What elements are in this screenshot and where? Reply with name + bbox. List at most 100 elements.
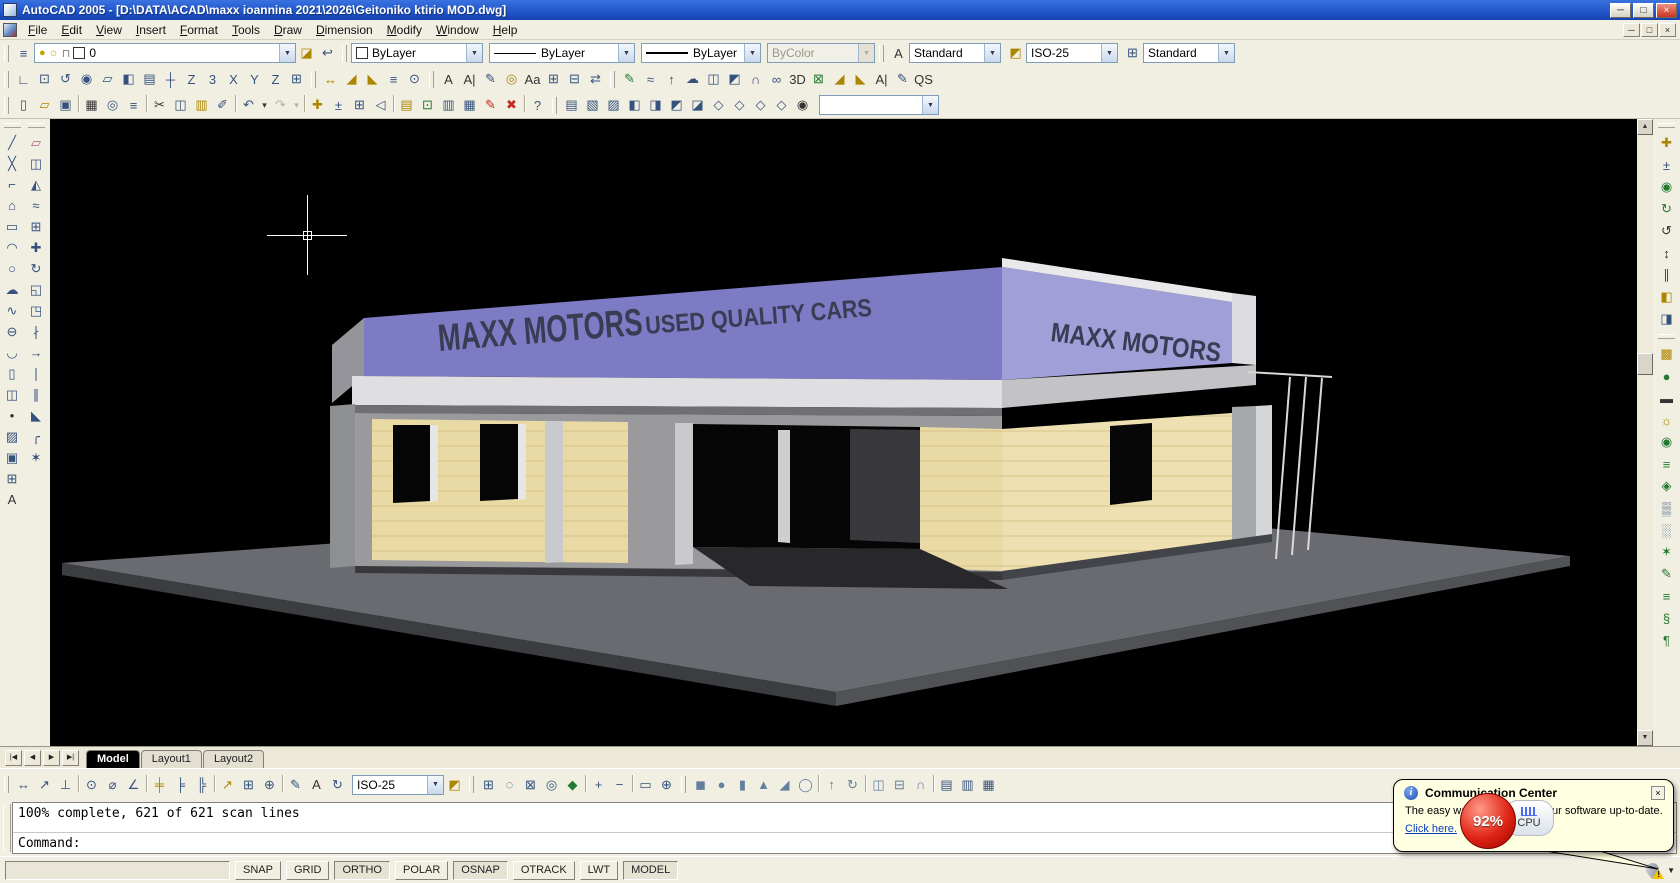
ucs-previous-icon[interactable]: ↺ — [55, 69, 76, 89]
distance-icon[interactable]: ↔ — [320, 69, 341, 89]
menu-draw[interactable]: Draw — [267, 21, 309, 39]
ne-isometric-view-icon[interactable]: ◇ — [750, 95, 771, 115]
zoom-realtime-icon[interactable]: ± — [328, 95, 349, 115]
erase-icon[interactable]: ▱ — [26, 132, 47, 153]
find-replace-icon[interactable]: ◎ — [501, 69, 522, 89]
scenes-icon[interactable]: ▬ — [1656, 387, 1677, 409]
properties-palette-icon[interactable]: ▤ — [396, 95, 417, 115]
offset-icon[interactable]: ≈ — [26, 195, 47, 216]
menu-tools[interactable]: Tools — [225, 21, 267, 39]
3d-continuous-orbit-icon[interactable]: ↻ — [1656, 198, 1677, 220]
balloon-close-icon[interactable]: × — [1651, 786, 1665, 800]
tab-nav-next-tab-icon[interactable]: ▶ — [43, 750, 60, 766]
locate-point-icon[interactable]: ⊙ — [404, 69, 425, 89]
toolbar-grip[interactable] — [1658, 123, 1675, 128]
restore-button[interactable]: □ — [1633, 3, 1654, 18]
undo-dropdown-icon[interactable]: ▾ — [259, 95, 270, 115]
lineweight-combo-arrow-icon[interactable]: ▼ — [744, 44, 760, 62]
baseline-dimension-icon[interactable]: ╞ — [170, 775, 191, 795]
quick-leader-icon[interactable]: ↗ — [217, 775, 238, 795]
se-isometric-view-icon[interactable]: ◇ — [729, 95, 750, 115]
status-toggle-polar[interactable]: POLAR — [395, 861, 448, 880]
scale-text-icon[interactable]: ⊞ — [543, 69, 564, 89]
region-icon[interactable]: ▣ — [2, 447, 23, 468]
layer-properties-manager-icon[interactable]: ≡ — [13, 43, 34, 63]
toolbar-grip[interactable] — [4, 71, 9, 88]
ucs-3-point-icon[interactable]: 3 — [202, 69, 223, 89]
trim-icon[interactable]: ∤ — [26, 321, 47, 342]
zoom-object-icon[interactable]: ◆ — [562, 775, 583, 795]
camera-icon[interactable]: ◉ — [792, 95, 813, 115]
layer-combo-arrow-icon[interactable]: ▼ — [279, 44, 295, 62]
spline-icon[interactable]: ∿ — [2, 300, 23, 321]
chamfer-icon[interactable]: ◣ — [26, 405, 47, 426]
tolerance-icon[interactable]: ⊞ — [238, 775, 259, 795]
array-icon[interactable]: ⊞ — [26, 216, 47, 237]
zoom-extents-icon[interactable]: ⊕ — [656, 775, 677, 795]
break-icon[interactable]: ∥ — [26, 384, 47, 405]
ucs-apply-icon[interactable]: ⊞ — [286, 69, 307, 89]
zoom-scale-icon[interactable]: ⊠ — [520, 775, 541, 795]
stretch-icon[interactable]: ◳ — [26, 300, 47, 321]
status-toggle-lwt[interactable]: LWT — [580, 861, 618, 880]
toolbar-grip[interactable] — [681, 776, 686, 793]
dim-style-combo[interactable]: ISO-25 ▼ — [1026, 43, 1118, 63]
cone-icon[interactable]: ▲ — [753, 775, 774, 795]
box-icon[interactable]: ◼ — [690, 775, 711, 795]
mapping-icon[interactable]: ◈ — [1656, 475, 1677, 497]
left-view-icon[interactable]: ◧ — [624, 95, 645, 115]
point-icon[interactable]: • — [2, 405, 23, 426]
balloon-click-here-link[interactable]: Click here. — [1405, 823, 1457, 835]
table-style-combo[interactable]: Standard ▼ — [1143, 43, 1235, 63]
scale-icon[interactable]: ◱ — [26, 279, 47, 300]
linetype-combo-arrow-icon[interactable]: ▼ — [618, 44, 634, 62]
slice-icon[interactable]: ◫ — [868, 775, 889, 795]
sheet-set-manager-icon[interactable]: ▦ — [459, 95, 480, 115]
torus-icon[interactable]: ◯ — [795, 775, 816, 795]
rectangle-icon[interactable]: ▭ — [2, 216, 23, 237]
save-icon[interactable]: ▣ — [55, 95, 76, 115]
menu-file[interactable]: File — [21, 21, 54, 39]
tab-nav-last-tab-icon[interactable]: ▶| — [62, 750, 79, 766]
scroll-down-icon[interactable]: ▼ — [1637, 730, 1653, 746]
hide-icon[interactable]: ▩ — [1656, 343, 1677, 365]
insert-block-icon[interactable]: ▯ — [2, 363, 23, 384]
tool-palettes-icon[interactable]: ▥ — [438, 95, 459, 115]
layer-combo[interactable]: ● ☼ ⊓ 0 ▼ — [34, 43, 296, 63]
arc-icon[interactable]: ◠ — [2, 237, 23, 258]
break-at-point-icon[interactable]: ∣ — [26, 363, 47, 384]
materials-icon[interactable]: ◉ — [1656, 431, 1677, 453]
redo-dropdown-icon[interactable]: ▾ — [291, 95, 302, 115]
multiline-text-icon[interactable]: A — [438, 69, 459, 89]
intersect-icon[interactable]: ∩ — [745, 69, 766, 89]
subtract-icon[interactable]: ◩ — [724, 69, 745, 89]
3d-zoom-icon[interactable]: ± — [1656, 154, 1677, 176]
status-toggle-osnap[interactable]: OSNAP — [453, 861, 508, 880]
table-icon[interactable]: ⊞ — [2, 468, 23, 489]
explode-icon[interactable]: ✶ — [26, 447, 47, 468]
tab-layout1[interactable]: Layout1 — [141, 750, 202, 768]
toolbar-grip[interactable] — [552, 97, 557, 114]
tab-nav-previous-tab-icon[interactable]: ◀ — [24, 750, 41, 766]
command-window-grip[interactable] — [3, 804, 11, 852]
fillet-icon[interactable]: ╭ — [26, 426, 47, 447]
model-space-viewport[interactable]: MAXX MOTORS USED QUALITY CARS MAXX MOTOR… — [50, 119, 1637, 746]
table-style-icon[interactable]: ⊞ — [1122, 43, 1143, 63]
toolbar-grip[interactable] — [429, 71, 434, 88]
menu-view[interactable]: View — [89, 21, 129, 39]
front-view-icon[interactable]: ◩ — [666, 95, 687, 115]
render-preferences-icon[interactable]: § — [1656, 607, 1677, 629]
lineweight-control-combo[interactable]: ByLayer ▼ — [641, 43, 761, 63]
fog-icon[interactable]: ░ — [1656, 519, 1677, 541]
mass-properties-icon[interactable]: ◣ — [362, 69, 383, 89]
scroll-up-icon[interactable]: ▲ — [1637, 119, 1653, 135]
qnew-icon[interactable]: ▯ — [13, 95, 34, 115]
continue-dimension-icon[interactable]: ╠ — [191, 775, 212, 795]
ucs-icon[interactable]: ∟ — [13, 69, 34, 89]
landscape-new-icon[interactable]: ✶ — [1656, 541, 1677, 563]
ucs-object-icon[interactable]: ▱ — [97, 69, 118, 89]
interference-check-icon[interactable]: ∞ — [766, 69, 787, 89]
zoom-center-icon[interactable]: ◎ — [541, 775, 562, 795]
landscape-edit-icon[interactable]: ✎ — [1656, 563, 1677, 585]
quick-select-icon[interactable]: QS — [913, 69, 934, 89]
